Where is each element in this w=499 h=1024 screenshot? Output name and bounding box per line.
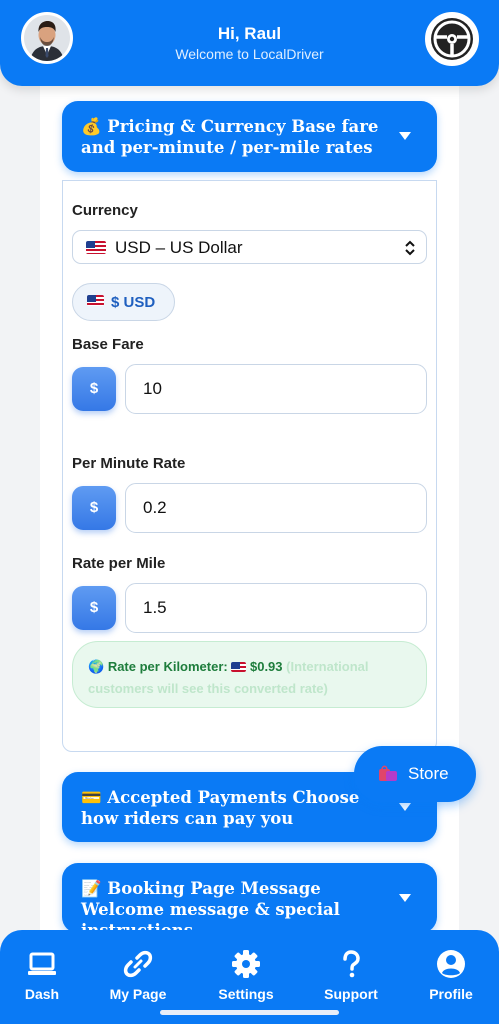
us-flag-icon [86, 241, 106, 254]
nav-label-support: Support [324, 986, 378, 1002]
gear-icon [232, 950, 260, 978]
pricing-title-text: Pricing & Currency Base fare and per-min… [81, 117, 379, 157]
pricing-section-header[interactable]: 💰 Pricing & Currency Base fare and per-m… [62, 101, 437, 172]
dollar-icon: $ [72, 367, 116, 411]
laptop-icon [28, 952, 56, 975]
per-minute-label: Per Minute Rate [72, 455, 186, 472]
payments-title-text: Accepted Payments Choose how riders can … [81, 788, 360, 828]
store-label: Store [408, 764, 449, 783]
nav-item-dash[interactable]: Dash [0, 930, 92, 1024]
base-fare-input[interactable]: 10 [125, 364, 427, 414]
steering-wheel-icon [431, 18, 473, 60]
app-header: Hi, Raul Welcome to LocalDriver [0, 0, 499, 86]
per-minute-input[interactable]: 0.2 [125, 483, 427, 533]
currency-label: Currency [72, 202, 138, 219]
nav-item-profile[interactable]: Profile [401, 930, 499, 1024]
question-icon [343, 950, 360, 978]
nav-label-settings: Settings [218, 986, 274, 1002]
km-rate-info: 🌍 Rate per Kilometer: $0.93 (Internation… [72, 641, 427, 708]
currency-select[interactable]: USD – US Dollar [72, 230, 427, 264]
booking-section-header[interactable]: 📝 Booking Page Message Welcome message &… [62, 863, 437, 940]
per-mile-input[interactable]: 1.5 [125, 583, 427, 633]
welcome-subtitle: Welcome to LocalDriver [175, 46, 324, 62]
per-mile-label: Rate per Mile [72, 555, 166, 572]
store-button[interactable]: Store [354, 746, 476, 802]
nav-label-dash: Dash [24, 986, 60, 1002]
link-icon [123, 950, 153, 978]
select-updown-icon [405, 240, 415, 256]
profile-icon [437, 950, 465, 978]
currency-badge-text: $ USD [111, 294, 156, 311]
credit-card-icon: 💳 [81, 788, 102, 807]
currency-badge: $ USD [72, 283, 175, 321]
chevron-down-icon [399, 803, 411, 811]
shopping-bags-icon [379, 765, 397, 781]
nav-label-my-page: My Page [109, 986, 167, 1002]
money-bag-icon: 💰 [81, 117, 102, 136]
base-fare-label: Base Fare [72, 336, 144, 353]
dollar-icon: $ [72, 586, 116, 630]
globe-icon: 🌍 [88, 659, 105, 674]
us-flag-icon [87, 295, 104, 306]
chevron-down-icon [399, 132, 411, 140]
payments-section-title: 💳 Accepted Payments Choose how riders ca… [81, 787, 389, 829]
us-flag-icon [231, 662, 247, 672]
nav-label-profile: Profile [429, 986, 473, 1002]
chevron-down-icon [399, 894, 411, 902]
km-rate-label: Rate per Kilometer: [107, 659, 228, 674]
memo-icon: 📝 [81, 879, 102, 898]
km-rate-value: $0.93 [249, 659, 283, 674]
steering-wheel-button[interactable] [425, 12, 479, 66]
dollar-icon: $ [72, 486, 116, 530]
home-indicator [160, 1010, 339, 1015]
pricing-section-title: 💰 Pricing & Currency Base fare and per-m… [81, 116, 389, 158]
currency-select-value: USD – US Dollar [115, 238, 243, 257]
